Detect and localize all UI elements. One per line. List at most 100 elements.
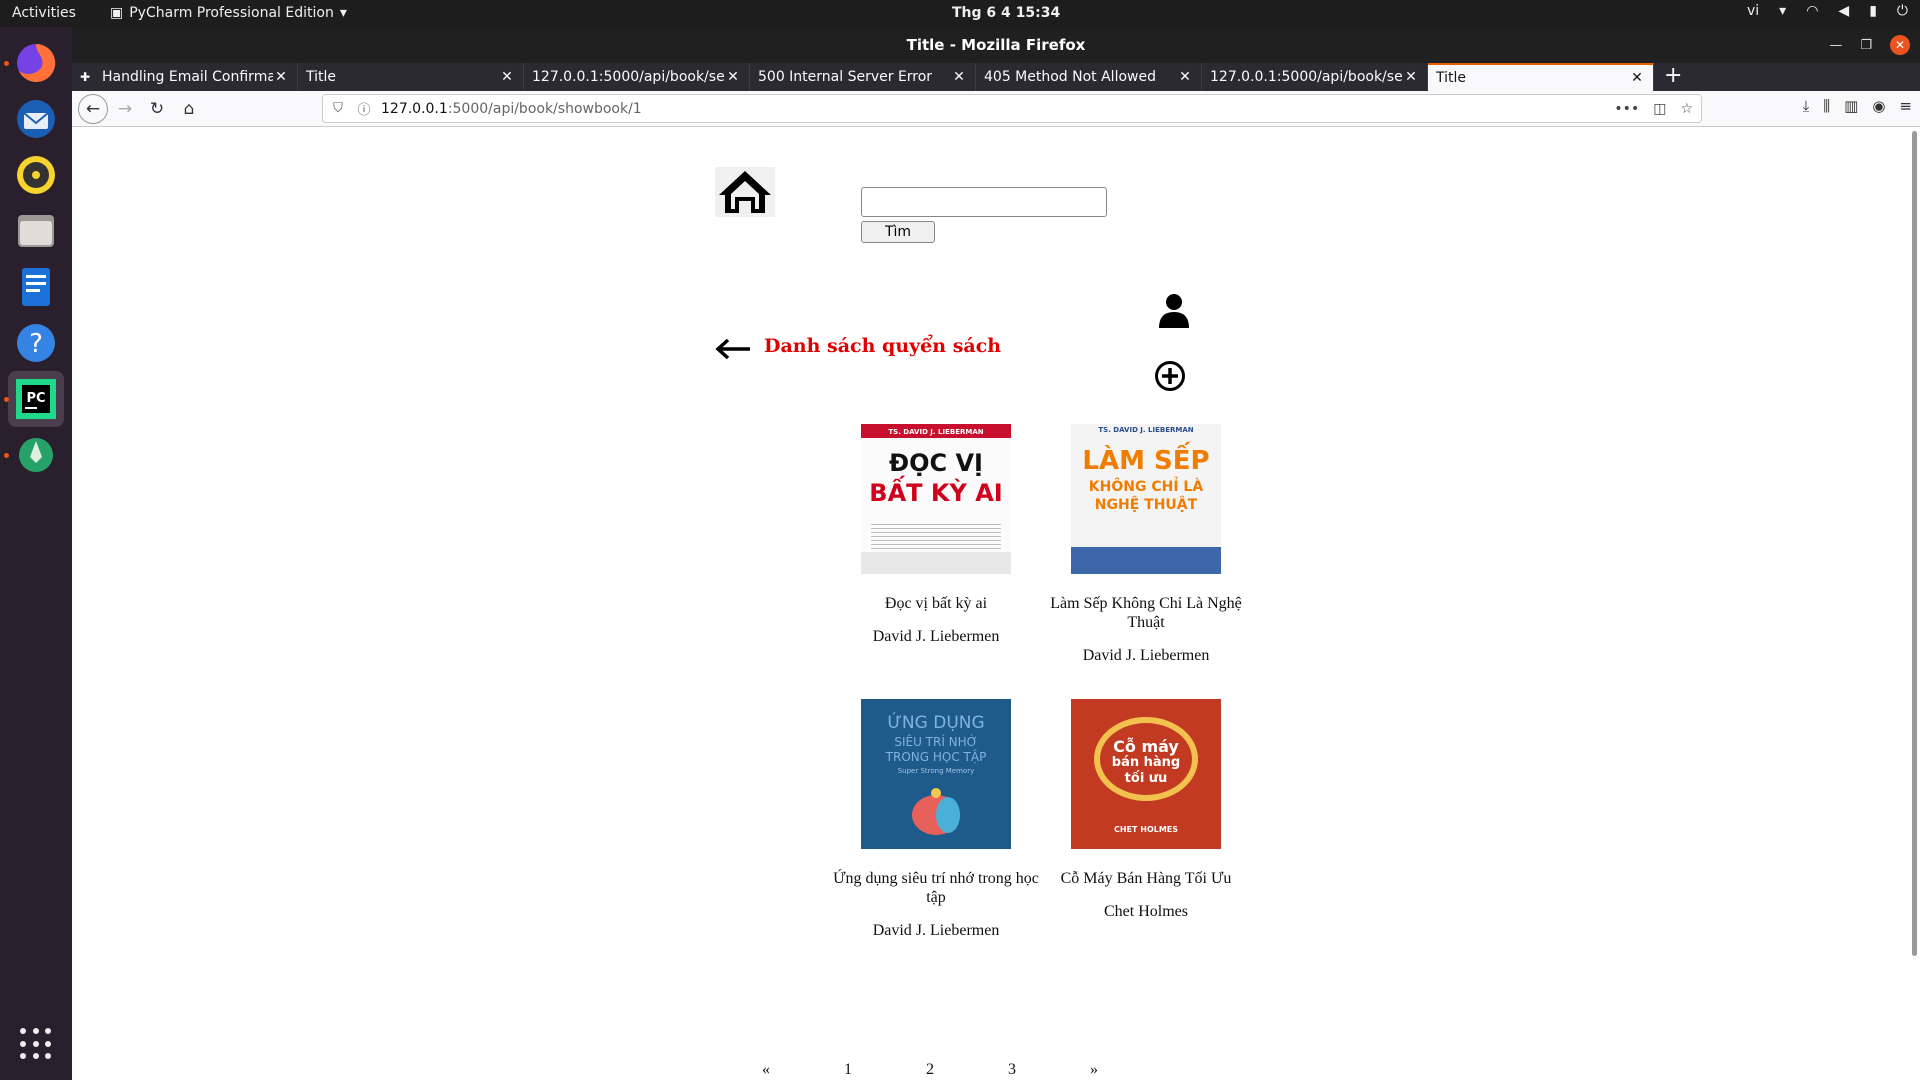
url-host: 127.0.0.1 [381, 100, 448, 117]
input-language[interactable]: vi [1747, 3, 1759, 19]
book-card[interactable]: TS. DAVID J. LIEBERMAN LÀM SẾP KHÔNG CHỈ… [1041, 424, 1251, 665]
forward-button[interactable]: → [110, 94, 140, 124]
account-icon[interactable]: ◉ [1872, 97, 1885, 115]
close-tab-icon[interactable]: ✕ [1403, 69, 1419, 85]
page-next[interactable]: » [1090, 1061, 1098, 1079]
cover-title-2: BẤT KỲ AI [869, 479, 1003, 507]
rocket-icon [19, 438, 53, 472]
more-icon[interactable]: ••• [1614, 101, 1639, 117]
app-menu[interactable]: ▣ PyCharm Professional Edition ▾ [110, 5, 347, 21]
tab-3[interactable]: 500 Internal Server Error ✕ [750, 63, 976, 91]
tab-label: 500 Internal Server Error [758, 69, 933, 85]
tab-2[interactable]: 127.0.0.1:5000/api/book/se ✕ [524, 63, 750, 91]
tab-4[interactable]: 405 Method Not Allowed ✕ [976, 63, 1202, 91]
page-scrollbar[interactable] [1912, 131, 1917, 956]
activities-button[interactable]: Activities [12, 5, 76, 21]
close-tab-icon[interactable]: ✕ [951, 69, 967, 85]
book-author: David J. Liebermen [1082, 647, 1210, 664]
cover-footer [861, 552, 1011, 574]
add-book-icon[interactable] [1154, 360, 1186, 392]
dock-writer[interactable] [8, 259, 64, 315]
show-applications-icon[interactable] [20, 1028, 52, 1060]
book-cover[interactable]: ỨNG DỤNG SIÊU TRÍ NHỚ TRONG HỌC TẬP Supe… [861, 699, 1011, 849]
close-tab-icon[interactable]: ✕ [1629, 70, 1645, 86]
dock-app[interactable] [8, 427, 64, 483]
book-title[interactable]: Làm Sếp Không Chỉ Là Nghệ Thuật [1041, 594, 1251, 632]
dock-rhythmbox[interactable] [8, 147, 64, 203]
close-tab-icon[interactable]: ✕ [273, 69, 289, 85]
tab-label: Title [306, 69, 337, 85]
shield-icon[interactable]: ⛉ [327, 101, 349, 116]
book-author: David J. Liebermen [872, 628, 1000, 645]
tab-6-selected[interactable]: Title ✕ [1428, 63, 1654, 91]
page-content: Tìm Danh sách quyển sách TS. DAVID J. LI… [72, 127, 1920, 1080]
page-2[interactable]: 2 [926, 1061, 934, 1079]
search-input[interactable] [861, 187, 1107, 217]
chevron-down-icon: ▾ [1779, 3, 1787, 19]
clock[interactable]: Thg 6 4 15:34 [952, 5, 1060, 21]
dock-files[interactable] [8, 203, 64, 259]
new-tab-button[interactable]: + [1654, 63, 1692, 91]
book-title[interactable]: Cỗ Máy Bán Hàng Tối Ưu [1041, 869, 1251, 888]
system-tray[interactable]: vi ▾ ◠ ◀ ▮ ⏻ [1747, 3, 1908, 19]
menu-icon[interactable]: ≡ [1899, 97, 1912, 115]
info-icon[interactable]: ⓘ [353, 99, 375, 118]
rhythmbox-icon [17, 156, 55, 194]
window-controls: — ❐ ✕ [1829, 35, 1910, 55]
download-icon[interactable]: ⤓ [1803, 97, 1810, 115]
app-menu-icon: ▣ [110, 5, 124, 21]
tab-label: Handling Email Confirma [102, 69, 273, 85]
page-1[interactable]: 1 [844, 1061, 852, 1079]
close-window-icon[interactable]: ✕ [1890, 35, 1910, 55]
page-3[interactable]: 3 [1008, 1061, 1016, 1079]
book-card[interactable]: ỨNG DỤNG SIÊU TRÍ NHỚ TRONG HỌC TẬP Supe… [831, 699, 1041, 940]
book-cover[interactable]: TS. DAVID J. LIEBERMAN LÀM SẾP KHÔNG CHỈ… [1071, 424, 1221, 574]
gnome-top-bar: Activities ▣ PyCharm Professional Editio… [0, 0, 1920, 27]
dock-thunderbird[interactable] [8, 91, 64, 147]
sidebar-icon[interactable]: ▥ [1844, 97, 1858, 115]
search-button[interactable]: Tìm [861, 221, 935, 243]
user-icon[interactable] [1157, 292, 1191, 328]
dock-pycharm[interactable]: PC [8, 371, 64, 427]
close-tab-icon[interactable]: ✕ [1177, 69, 1193, 85]
window-titlebar: Title - Mozilla Firefox — ❐ ✕ [72, 27, 1920, 63]
dock-firefox[interactable] [8, 35, 64, 91]
tab-label: 127.0.0.1:5000/api/book/se [1210, 69, 1403, 85]
dock-help[interactable]: ? [8, 315, 64, 371]
bookmark-star-icon[interactable]: ☆ [1680, 101, 1693, 117]
reload-button[interactable]: ↻ [142, 94, 172, 124]
tab-1[interactable]: Title ✕ [298, 63, 524, 91]
pocket-icon[interactable]: ◫ [1653, 101, 1666, 117]
book-cover[interactable]: Cỗ máy bán hàng tối ưu CHET HOLMES [1071, 699, 1221, 849]
url-text[interactable]: 127.0.0.1:5000/api/book/showbook/1 [381, 101, 642, 117]
tab-0[interactable]: ✚ Handling Email Confirma ✕ [72, 63, 298, 91]
book-title[interactable]: Ứng dụng siêu trí nhớ trong học tập [831, 869, 1041, 907]
tab-label: Title [1436, 70, 1467, 86]
home-button[interactable]: ⌂ [174, 94, 204, 124]
cover-body-text [871, 521, 1001, 551]
volume-icon: ◀ [1838, 3, 1850, 19]
home-icon[interactable] [715, 167, 775, 217]
book-author: Chet Holmes [1104, 903, 1188, 920]
book-card[interactable]: TS. DAVID J. LIEBERMAN ĐỌC VỊ BẤT KỲ AI … [831, 424, 1041, 646]
maximize-icon[interactable]: ❐ [1860, 38, 1872, 53]
back-button[interactable]: ← [78, 93, 108, 124]
url-bar[interactable]: ⛉ ⓘ 127.0.0.1:5000/api/book/showbook/1 •… [322, 94, 1702, 123]
tab-5[interactable]: 127.0.0.1:5000/api/book/se ✕ [1202, 63, 1428, 91]
library-icon[interactable]: ⫼ [1823, 97, 1830, 115]
book-card[interactable]: Cỗ máy bán hàng tối ưu CHET HOLMES Cỗ Má… [1041, 699, 1251, 921]
back-arrow-icon[interactable] [714, 337, 752, 361]
close-tab-icon[interactable]: ✕ [499, 69, 515, 85]
close-tab-icon[interactable]: ✕ [725, 69, 741, 85]
page-prev[interactable]: « [762, 1061, 770, 1079]
book-title[interactable]: Đọc vị bất kỳ ai [831, 594, 1041, 613]
book-cover[interactable]: TS. DAVID J. LIEBERMAN ĐỌC VỊ BẤT KỲ AI [861, 424, 1011, 574]
running-indicator [4, 397, 9, 402]
cover-author: TS. DAVID J. LIEBERMAN [1098, 426, 1194, 434]
cover-title-1: LÀM SẾP [1082, 446, 1210, 476]
cover-title-2: SIÊU TRÍ NHỚ TRONG HỌC TẬP [885, 735, 987, 764]
tab-label: 127.0.0.1:5000/api/book/se [532, 69, 725, 85]
chevron-down-icon: ▾ [339, 5, 347, 21]
minimize-icon[interactable]: — [1829, 38, 1842, 53]
puzzle-icon: ✚ [80, 70, 91, 84]
